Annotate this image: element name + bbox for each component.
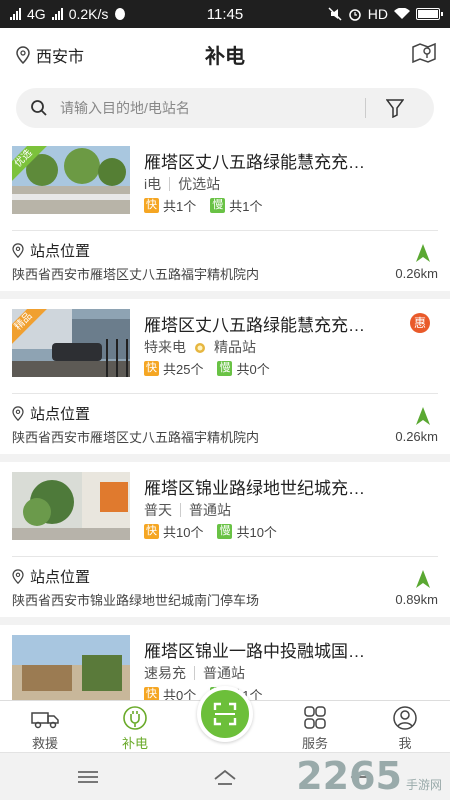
station-address: 陕西省西安市雁塔区丈八五路福宇精机院内 <box>12 430 260 445</box>
fast-count: 共25个 <box>163 362 204 377</box>
search-input[interactable]: 请输入目的地/电站名 <box>16 88 434 128</box>
card-divider <box>12 230 438 231</box>
fast-count: 共1个 <box>163 199 197 214</box>
station-distance: 0.26km <box>395 429 438 444</box>
watermark-text: 手游网 <box>405 778 442 792</box>
station-photo: 优选 <box>12 146 130 214</box>
tab-service[interactable]: 服务 <box>280 705 350 752</box>
tab-service-label: 服务 <box>301 736 328 751</box>
station-name: 雁塔区丈八五路绿能慧充充… <box>144 153 365 172</box>
signal-icon-2 <box>51 8 63 20</box>
alarm-icon <box>349 9 361 21</box>
mute-icon <box>328 7 342 21</box>
network-speed: 0.2K/s <box>68 6 109 22</box>
watermark-number: 2265 <box>296 754 402 798</box>
scan-icon <box>213 702 237 726</box>
tab-charge[interactable]: 补电 <box>100 705 170 752</box>
app-bar: 西安市 补电 <box>0 28 450 78</box>
map-view-icon[interactable] <box>412 42 436 64</box>
fast-count: 共0个 <box>163 688 197 700</box>
station-operator: 特来电 <box>144 339 186 355</box>
tab-rescue[interactable]: 救援 <box>10 705 80 752</box>
slow-charger-tag: 慢 <box>217 524 233 539</box>
sub-divider <box>180 503 181 517</box>
charge-plug-icon <box>123 706 147 730</box>
search-icon <box>31 100 47 116</box>
navigate-arrow-icon[interactable] <box>410 244 436 262</box>
network-type: 4G <box>27 6 46 22</box>
filter-icon[interactable] <box>386 98 404 118</box>
location-label: 站点位置 <box>30 243 91 260</box>
slow-charger-tag: 慢 <box>217 361 233 376</box>
wifi-icon <box>394 8 410 19</box>
station-level: 精品站 <box>214 339 256 355</box>
station-address: 陕西省西安市雁塔区丈八五路福宇精机院内 <box>12 267 260 282</box>
slow-charger-tag: 慢 <box>210 198 226 213</box>
user-icon <box>393 706 417 730</box>
station-level: 普通站 <box>203 665 245 681</box>
qq-icon <box>115 8 126 20</box>
scan-button[interactable] <box>197 686 253 742</box>
slow-count: 共10个 <box>236 525 277 540</box>
medal-icon <box>195 343 205 353</box>
status-time: 11:45 <box>206 5 244 23</box>
search-placeholder: 请输入目的地/电站名 <box>60 100 190 116</box>
home-icon[interactable] <box>213 767 237 787</box>
station-list: 优选 雁塔区丈八五路绿能慧充充… i电 优选站 快 共1个 慢 共1个 站点位置… <box>0 136 450 700</box>
location-label: 站点位置 <box>30 406 91 423</box>
station-operator: 速易充 <box>144 665 186 681</box>
station-photo <box>12 472 130 540</box>
station-card[interactable]: 精品 雁塔区丈八五路绿能慧充充… 惠 特来电 精品站 快 共25个 慢 共0个 … <box>0 299 450 454</box>
page-title: 补电 <box>205 46 245 68</box>
hd-label: HD <box>367 6 388 22</box>
discount-badge: 惠 <box>410 313 430 333</box>
station-operator: i电 <box>144 176 162 192</box>
fast-charger-tag: 快 <box>144 361 159 376</box>
station-card[interactable]: 雁塔区锦业路绿地世纪城充… 普天 普通站 快 共10个 慢 共10个 站点位置 … <box>0 462 450 617</box>
location-pin-icon <box>12 243 24 258</box>
tow-truck-icon <box>31 712 59 729</box>
tab-me-label: 我 <box>398 736 412 751</box>
location-label: 站点位置 <box>30 569 91 586</box>
card-divider <box>12 556 438 557</box>
signal-icon <box>10 8 21 20</box>
location-pin-icon <box>12 406 24 421</box>
station-card[interactable]: 优选 雁塔区丈八五路绿能慧充充… i电 优选站 快 共1个 慢 共1个 站点位置… <box>0 136 450 291</box>
station-distance: 0.26km <box>395 266 438 281</box>
tab-me[interactable]: 我 <box>370 705 440 752</box>
station-name: 雁塔区锦业路绿地世纪城充… <box>144 479 365 498</box>
station-level: 普通站 <box>189 502 231 518</box>
fast-count: 共10个 <box>163 525 204 540</box>
location-pin-icon <box>12 569 24 584</box>
slow-count: 共0个 <box>236 362 270 377</box>
menu-icon[interactable] <box>76 767 100 787</box>
navigate-arrow-icon[interactable] <box>410 570 436 588</box>
search-divider <box>365 98 366 118</box>
tab-charge-label: 补电 <box>121 736 148 751</box>
battery-icon <box>416 8 443 20</box>
station-level: 优选站 <box>178 176 221 192</box>
sub-divider <box>194 666 195 680</box>
station-distance: 0.89km <box>395 592 438 607</box>
tab-rescue-label: 救援 <box>31 736 58 751</box>
station-address: 陕西省西安市锦业路绿地世纪城南门停车场 <box>12 593 260 608</box>
fast-charger-tag: 快 <box>144 687 159 700</box>
station-operator: 普天 <box>144 502 172 518</box>
search-area: 请输入目的地/电站名 <box>0 78 450 136</box>
station-photo <box>12 635 130 700</box>
sub-divider <box>169 177 171 191</box>
grid-icon <box>304 706 326 729</box>
card-divider <box>12 393 438 394</box>
station-name: 雁塔区锦业一路中投融城国… <box>144 642 365 661</box>
station-name: 雁塔区丈八五路绿能慧充充… <box>144 316 365 335</box>
navigate-arrow-icon[interactable] <box>410 407 436 425</box>
watermark: 2265 手游网 <box>296 754 442 798</box>
fast-charger-tag: 快 <box>144 524 159 539</box>
station-photo: 精品 <box>12 309 130 377</box>
fast-charger-tag: 快 <box>144 198 159 213</box>
status-bar: 4G 0.2K/s 11:45 HD <box>0 0 450 28</box>
slow-count: 共1个 <box>229 199 263 214</box>
